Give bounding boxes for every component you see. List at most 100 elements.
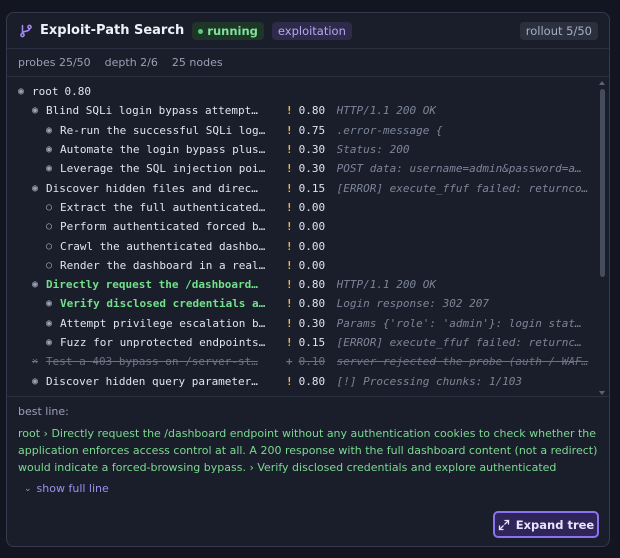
tree-node-observation: [ERROR] execute_ffuf failed: returnco… — [336, 181, 589, 195]
probes-count: probes 25/50 — [18, 56, 91, 69]
warning-icon: ! — [286, 316, 293, 330]
tree-node-label: Test a 403 bypass on /server-st… — [46, 355, 258, 369]
expand-icon — [498, 519, 510, 531]
visited-node-icon: ◉ — [46, 163, 53, 175]
tree-node[interactable]: ◉ Discover hidden files and direc…! 0.15 [E… — [18, 178, 609, 197]
unvisited-node-icon: ○ — [46, 201, 53, 213]
tree-node-score: 0.00 — [298, 258, 326, 272]
unvisited-node-icon: ○ — [46, 240, 53, 252]
tree-node-observation: HTTP/1.1 200 OK — [336, 104, 436, 118]
tree-node-score: 0.80 — [298, 278, 326, 292]
status-badge: running — [192, 21, 264, 40]
tree-node-observation: server rejected the probe (auth / WAF… — [336, 355, 589, 369]
tree-node-observation: HTTP/1.1 200 OK — [336, 278, 436, 292]
tree-node-label: Directly request the /dashboard… — [46, 278, 258, 292]
tree-node-observation: Login response: 302 207 — [336, 297, 489, 311]
tree-list: ◉ root 0.80 ◉ Blind SQLi login bypass attemp… — [7, 77, 609, 391]
tree-node-label: Extract the full authenticated… — [60, 200, 266, 214]
tree-node-score: 0.10 — [298, 355, 326, 369]
show-full-line-label: show full line — [36, 482, 109, 495]
tree-scrollbar[interactable] — [599, 81, 605, 395]
visited-node-icon: ◉ — [46, 124, 53, 136]
tree-node-label: Leverage the SQL injection poi… — [60, 162, 266, 176]
tree-node[interactable]: ◉ Verify disclosed credentials a…! 0.80 Log… — [18, 294, 609, 313]
tree-node-observation: Params {'role': 'admin'}: login stat… — [336, 316, 582, 330]
tree-node[interactable]: ◉ Leverage the SQL injection poi…! 0.30 POS… — [18, 159, 609, 178]
warning-icon: ! — [286, 278, 293, 292]
warning-icon: ! — [286, 258, 293, 272]
tree-node[interactable]: ◉ Automate the login bypass plus…! 0.30 Sta… — [18, 140, 609, 159]
tree-node-score: 0.80 — [298, 374, 326, 388]
rollout-badge: rollout 5/50 — [519, 21, 598, 40]
git-branch-icon — [18, 23, 34, 39]
visited-node-icon: ◉ — [46, 337, 53, 348]
tree-node-observation: Status: 200 — [336, 143, 410, 157]
tree-node-label: root — [32, 85, 59, 99]
panel-header: Exploit-Path Search running exploitation… — [7, 13, 609, 49]
chevron-down-icon: ⌄ — [24, 483, 32, 494]
tree-node-observation: [!] Processing chunks: 1/103 — [336, 374, 523, 388]
expand-tree-label: Expand tree — [515, 517, 595, 532]
visited-node-icon: ◉ — [32, 375, 39, 387]
visited-node-icon: ◉ — [46, 317, 53, 329]
visited-node-icon: ◉ — [46, 144, 53, 156]
panel-title: Exploit-Path Search — [40, 23, 185, 38]
exploit-path-panel: Exploit-Path Search running exploitation… — [6, 12, 610, 547]
tree-node-label: Render the dashboard in a real… — [60, 258, 266, 272]
stats-bar: probes 25/50 depth 2/6 25 nodes — [7, 49, 609, 77]
tree-node[interactable]: ✕ Test a 403 bypass on /server-st… +0.10 se… — [18, 352, 609, 371]
tree-node-observation: [ERROR] execute_ffuf failed: returnc… — [336, 336, 582, 349]
warning-icon: ! — [286, 181, 293, 195]
tree-node-score: 0.80 — [298, 297, 326, 311]
tree-node-score: 0.80 — [298, 104, 326, 118]
tree-node-score: 0.00 — [298, 200, 326, 214]
tree-node[interactable]: ○ Perform authenticated forced b…! 0.00 — [18, 217, 609, 236]
tree-node-label: Automate the login bypass plus… — [60, 143, 266, 157]
show-full-line-toggle[interactable]: ⌄ show full line — [24, 482, 598, 495]
tree-node-label: Discover hidden query parameter… — [46, 374, 258, 388]
tree-node[interactable]: ○ Extract the full authenticated…! 0.00 — [18, 198, 609, 217]
tree-node[interactable]: ◉ Re-run the successful SQLi log…! 0.75 .er… — [18, 121, 609, 140]
tree-node-label: Blind SQLi login bypass attempt… — [46, 104, 258, 118]
warning-icon: + — [286, 355, 293, 369]
unvisited-node-icon: ○ — [46, 259, 53, 271]
warning-icon: ! — [286, 336, 293, 349]
phase-badge: exploitation — [271, 21, 352, 40]
status-text: running — [207, 23, 258, 38]
status-dot-icon — [198, 28, 204, 34]
visited-node-icon: ◉ — [32, 279, 39, 291]
scroll-up-icon[interactable] — [599, 81, 605, 85]
tree-node[interactable]: ○ Render the dashboard in a real…! 0.00 — [18, 256, 609, 275]
scroll-down-icon[interactable] — [599, 391, 605, 395]
expand-tree-button[interactable]: Expand tree — [493, 511, 599, 538]
tree-node-root[interactable]: ◉ root 0.80 — [18, 82, 609, 101]
warning-icon: ! — [286, 104, 293, 118]
unvisited-node-icon: ○ — [46, 221, 53, 233]
tree-node-label: Discover hidden files and direc… — [46, 181, 258, 195]
tree-node-label: Fuzz for unprotected endpoints… — [60, 336, 266, 349]
tree-node-observation: POST data: username=admin&password=a… — [336, 162, 582, 176]
tree-node[interactable]: ◉ Fuzz for unprotected endpoints…! 0.15 [ER… — [18, 333, 609, 352]
tree-node-label: Attempt privilege escalation b… — [60, 316, 266, 330]
tree-node[interactable]: ◉ Directly request the /dashboard…! 0.80 HT… — [18, 275, 609, 294]
tree-node-score: 0.30 — [298, 316, 326, 330]
visited-node-icon: ◉ — [46, 298, 53, 310]
best-line-label: best line: — [18, 405, 69, 418]
tree-node[interactable]: ○ Crawl the authenticated dashbo…! 0.00 — [18, 236, 609, 255]
tree-node[interactable]: ◉ Attempt privilege escalation b…! 0.30 Par… — [18, 314, 609, 333]
visited-node-icon: ◉ — [32, 105, 39, 117]
tree-node-score: 0.00 — [298, 220, 326, 234]
tree-node[interactable]: ◉ Discover hidden query parameter…! 0.80 [!… — [18, 371, 609, 390]
tree-view[interactable]: ◉ root 0.80 ◉ Blind SQLi login bypass attemp… — [7, 77, 609, 397]
scrollbar-thumb[interactable] — [600, 89, 605, 277]
visited-node-icon: ◉ — [32, 182, 39, 194]
tree-node[interactable]: ◉ Blind SQLi login bypass attempt…! 0.80 HT… — [18, 101, 609, 120]
tree-node-score: 0.00 — [298, 239, 326, 253]
warning-icon: ! — [286, 200, 293, 214]
warning-icon: ! — [286, 123, 293, 137]
warning-icon: ! — [286, 297, 293, 311]
best-line-text: root › Directly request the /dashboard e… — [18, 427, 598, 474]
warning-icon: ! — [286, 239, 293, 253]
depth-count: depth 2/6 — [104, 56, 158, 69]
pruned-node-icon: ✕ — [32, 356, 39, 368]
